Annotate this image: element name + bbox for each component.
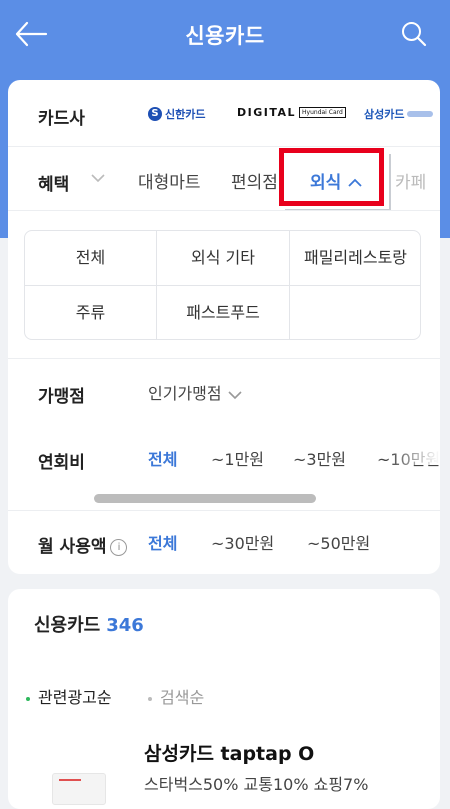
divider [8, 210, 440, 211]
merchant-dropdown[interactable]: 인기가맹점 [148, 380, 243, 404]
issuer-shinhan-label: 신한카드 [165, 108, 206, 121]
info-icon[interactable]: i [110, 538, 128, 556]
benefit-tab-cafe[interactable]: 카페 [395, 168, 426, 193]
issuer-hyundai-digital: DIGITAL [237, 106, 297, 119]
issuer-samsung[interactable]: 삼성카드 [364, 106, 434, 122]
shinhan-logo-icon: S [148, 107, 162, 121]
sort-active-dot [26, 696, 30, 701]
page-title: 신용카드 [185, 24, 265, 48]
subcategory-alcohol[interactable]: 주류 [25, 286, 156, 340]
monthly-spend-label: 월 사용액 i [38, 532, 128, 557]
issuer-label: 카드사 [38, 109, 85, 129]
highlight-box [279, 148, 384, 206]
benefit-tab-mart[interactable]: 대형마트 [138, 168, 201, 193]
divider [8, 510, 440, 511]
issuer-hyundai[interactable]: DIGITAL Hyundai Card [237, 106, 346, 119]
annual-fee-option-10k[interactable]: ~1만원 [211, 446, 264, 470]
search-icon[interactable] [400, 20, 428, 48]
subcategory-family-restaurant[interactable]: 패밀리레스토랑 [290, 231, 421, 285]
sort-ad-relevance[interactable]: 관련광고순 [26, 684, 112, 708]
sort-search[interactable]: 검색순 [148, 684, 204, 708]
scrollbar-thumb[interactable] [94, 494, 316, 503]
results-count-title: 신용카드 346 [34, 611, 144, 637]
card-image[interactable] [52, 773, 106, 805]
filter-panel: 카드사 S 신한카드 DIGITAL Hyundai Card 삼성카드 혜택 … [8, 80, 440, 574]
divider [8, 358, 440, 359]
annual-fee-label: 연회비 [38, 453, 85, 473]
issuer-shinhan[interactable]: S 신한카드 [148, 106, 205, 122]
card-name[interactable]: 삼성카드 taptap O [144, 739, 314, 766]
benefit-label: 혜택 [38, 175, 70, 195]
monthly-spend-text: 월 사용액 [38, 537, 107, 557]
horizontal-scrollbar[interactable] [86, 494, 416, 503]
card-image-stripe [59, 779, 81, 781]
benefit-tab-convenience[interactable]: 편의점 [231, 168, 278, 193]
subcategory-all[interactable]: 전체 [25, 231, 156, 285]
card-benefits: 스타벅스50% 교통10% 쇼핑7% [144, 775, 369, 794]
results-label: 신용카드 [34, 615, 101, 636]
monthly-spend-option-all[interactable]: 전체 [148, 530, 177, 554]
issuer-samsung-label: 삼성카드 [364, 108, 405, 121]
subcategory-fastfood[interactable]: 패스트푸드 [157, 286, 289, 340]
chevron-down-icon [228, 390, 242, 399]
sort-inactive-dot [148, 696, 152, 701]
chevron-down-icon[interactable] [90, 172, 106, 184]
issuer-hyundai-label: Hyundai Card [299, 107, 346, 118]
sort-ad-relevance-label: 관련광고순 [38, 688, 112, 707]
subcategory-dining-etc[interactable]: 외식 기타 [157, 231, 289, 285]
divider [8, 146, 440, 147]
samsung-logo-icon [407, 111, 434, 117]
annual-fee-option-all[interactable]: 전체 [148, 446, 177, 470]
merchant-label: 가맹점 [38, 387, 85, 407]
merchant-value: 인기가맹점 [148, 384, 222, 403]
annual-fee-option-30k[interactable]: ~3만원 [293, 446, 346, 470]
monthly-spend-option-500k[interactable]: ~50만원 [307, 530, 370, 554]
results-count: 346 [106, 615, 144, 636]
subcategory-grid: 전체 외식 기타 패밀리레스토랑 주류 패스트푸드 [24, 230, 421, 340]
results-panel: 신용카드 346 관련광고순 검색순 삼성카드 taptap O 스타벅스50% … [8, 589, 440, 809]
sort-search-label: 검색순 [160, 688, 205, 707]
scroll-fade [388, 425, 440, 465]
monthly-spend-option-300k[interactable]: ~30만원 [211, 530, 274, 554]
